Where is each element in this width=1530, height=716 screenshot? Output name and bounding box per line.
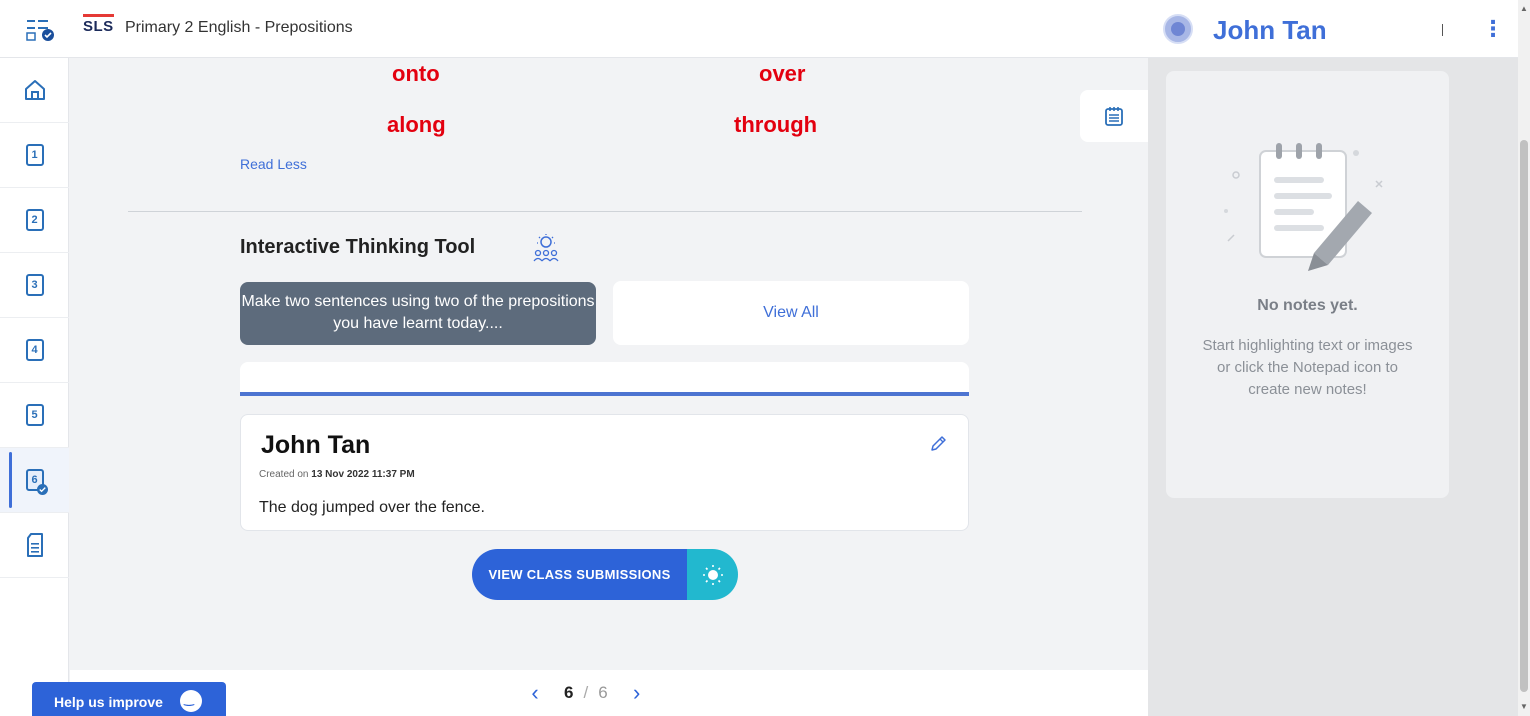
- thinking-tool-icon: [533, 234, 559, 262]
- rail-item-home[interactable]: [0, 58, 69, 123]
- top-bar: SLS Primary 2 English - Prepositions Joh…: [0, 0, 1530, 58]
- section-divider: [128, 211, 1082, 212]
- page-2-icon: 2: [25, 209, 44, 231]
- rail-item-page-3[interactable]: 3: [0, 253, 69, 318]
- preposition-word: over: [759, 61, 806, 86]
- rail-item-page-6[interactable]: 6: [0, 448, 69, 513]
- notes-empty-state: No notes yet. Start highlighting text or…: [1166, 71, 1449, 498]
- response-input-card[interactable]: [240, 362, 969, 396]
- lightbulb-icon: [687, 549, 738, 600]
- bottom-pagination-bar: ‹ 6 / 6 ›: [70, 670, 1148, 716]
- scroll-up-icon[interactable]: ▲: [1520, 4, 1528, 13]
- home-icon: [24, 80, 45, 100]
- scroll-down-icon[interactable]: ▼: [1520, 702, 1528, 711]
- current-page: 6: [564, 683, 574, 702]
- smiley-icon: [180, 690, 202, 712]
- next-page-chevron-icon[interactable]: ›: [622, 680, 652, 706]
- page-5-icon: 5: [25, 404, 44, 426]
- completed-check-icon: [37, 484, 48, 495]
- total-pages: 6: [598, 683, 608, 702]
- submission-text: The dog jumped over the fence.: [259, 499, 485, 516]
- previous-page-chevron-icon[interactable]: ‹: [520, 680, 550, 706]
- notepad-illustration-icon: [1224, 143, 1383, 271]
- notes-panel: No notes yet. Start highlighting text or…: [1148, 58, 1518, 716]
- user-avatar[interactable]: [1163, 14, 1193, 44]
- read-less-link[interactable]: Read Less: [240, 156, 307, 172]
- course-title: Primary 2 English - Prepositions: [125, 19, 353, 36]
- edit-pencil-icon[interactable]: [929, 435, 947, 453]
- page-scrollbar[interactable]: ▲ ▼: [1518, 0, 1530, 716]
- page-1-icon: 1: [25, 144, 44, 166]
- page-3-icon: 3: [25, 274, 44, 296]
- help-us-improve-button[interactable]: Help us improve: [32, 682, 226, 716]
- no-notes-title: No notes yet.: [1257, 297, 1358, 314]
- rail-item-page-1[interactable]: 1: [0, 123, 69, 188]
- notepad-icon: [1105, 107, 1123, 126]
- more-options-icon[interactable]: ⋮: [1482, 16, 1504, 42]
- user-name[interactable]: John Tan: [1213, 15, 1327, 46]
- pagination: ‹ 6 / 6 ›: [520, 670, 652, 716]
- rail-item-page-2[interactable]: 2: [0, 188, 69, 253]
- preposition-word: through: [734, 112, 818, 137]
- page-navigation-rail: 1 2 3 4 5 6: [0, 58, 69, 716]
- page-4-icon: 4: [25, 339, 44, 361]
- lesson-content: onto over along through Read Less Intera…: [70, 58, 1148, 670]
- interactive-thinking-tool-title: Interactive Thinking Tool: [240, 236, 476, 258]
- view-class-submissions-button[interactable]: VIEW CLASS SUBMISSIONS: [472, 549, 738, 600]
- preposition-word: onto: [392, 61, 440, 86]
- notes-doc-icon: [26, 533, 43, 557]
- help-us-improve-label: Help us improve: [54, 694, 163, 710]
- notepad-button[interactable]: [1080, 90, 1148, 142]
- submission-author: John Tan: [261, 431, 371, 459]
- rail-item-page-5[interactable]: 5: [0, 383, 69, 448]
- rail-item-page-4[interactable]: 4: [0, 318, 69, 383]
- rail-item-notes[interactable]: [0, 513, 69, 578]
- preposition-word: along: [387, 112, 446, 137]
- page-separator: /: [583, 683, 589, 702]
- topbar-separator: [1442, 24, 1443, 36]
- submission-card: John Tan Created on 13 Nov 2022 11:37 PM…: [240, 414, 969, 531]
- thinking-prompt[interactable]: Make two sentences using two of the prep…: [240, 282, 596, 345]
- course-menu-icon[interactable]: [26, 18, 56, 42]
- view-class-submissions-label: VIEW CLASS SUBMISSIONS: [472, 549, 687, 600]
- no-notes-description: Start highlighting text or images or cli…: [1202, 337, 1413, 398]
- submission-timestamp: Created on 13 Nov 2022 11:37 PM: [259, 469, 415, 480]
- sls-logo[interactable]: SLS: [83, 14, 114, 35]
- scrollbar-thumb[interactable]: [1520, 140, 1528, 692]
- view-all-button[interactable]: View All: [613, 281, 969, 345]
